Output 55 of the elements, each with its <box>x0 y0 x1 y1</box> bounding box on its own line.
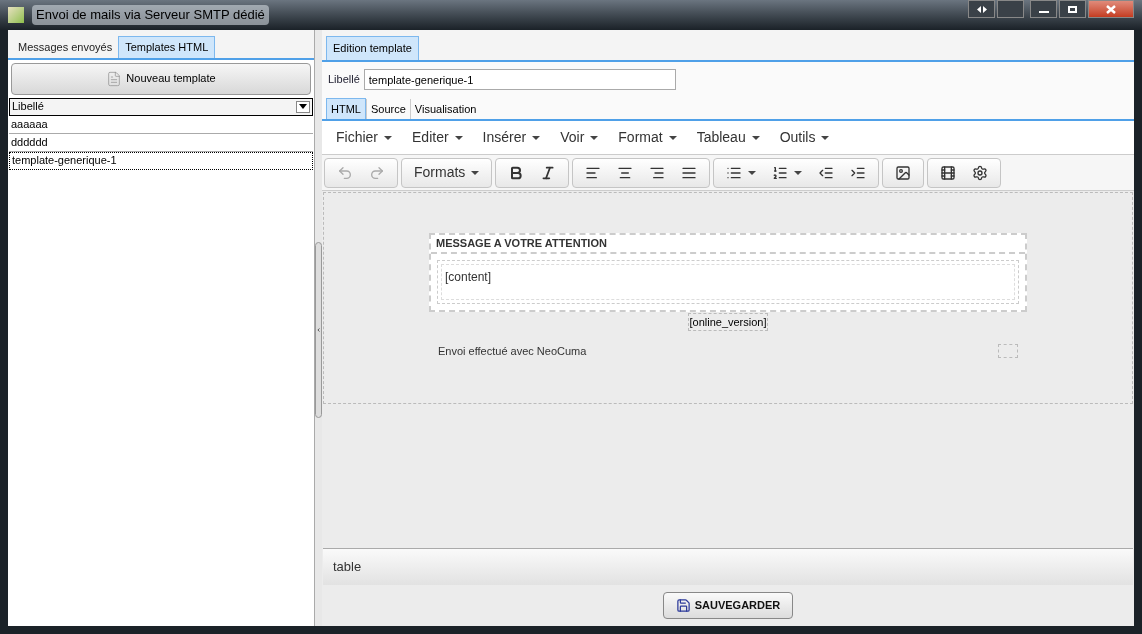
menu-item[interactable]: Voir <box>550 127 609 148</box>
menu-item[interactable]: Outils <box>769 127 840 148</box>
undo-icon <box>337 164 353 181</box>
split-window-button[interactable] <box>968 0 995 18</box>
tab[interactable]: Templates HTML <box>118 36 216 58</box>
online-version-text: [online_version] <box>688 312 768 331</box>
caret-icon <box>748 170 757 175</box>
document-icon <box>106 70 123 87</box>
tab[interactable]: HTML <box>326 97 366 119</box>
film-icon <box>940 164 957 181</box>
element-path[interactable]: table <box>333 557 362 577</box>
new-template-button[interactable]: Nouveau template <box>11 62 311 95</box>
close-button[interactable] <box>1088 0 1134 18</box>
minimize-button[interactable] <box>1030 0 1057 18</box>
tab[interactable]: Messages envoyés <box>12 37 119 58</box>
settings-icon <box>972 164 989 181</box>
list-row[interactable]: template-generique-1 <box>9 151 313 170</box>
label-input-field[interactable]: template-generique-1 <box>363 69 676 90</box>
menu-item[interactable]: Editer <box>402 127 473 148</box>
menu-item[interactable]: Format <box>608 127 687 148</box>
numbered-list-icon <box>772 164 789 181</box>
caret-icon <box>751 135 760 140</box>
close-icon <box>1106 4 1116 14</box>
menu-item[interactable]: Fichier <box>326 127 402 148</box>
window-title: Envoi de mails via Serveur SMTP dédié <box>32 5 269 25</box>
content-field[interactable]: [content] <box>441 263 1015 300</box>
dropdown-button[interactable] <box>296 100 310 113</box>
list-row[interactable]: dddddd <box>9 133 313 152</box>
caret-icon <box>384 135 392 140</box>
caret-icon <box>794 170 803 175</box>
footer-text: Envoi effectué avec NeoCuma <box>438 344 587 359</box>
save-button[interactable]: SAUVEGARDER <box>662 591 794 619</box>
caret-icon <box>668 135 677 140</box>
redo-icon <box>369 164 385 181</box>
tab[interactable]: Source <box>365 98 410 119</box>
app-logo-icon <box>8 7 24 23</box>
empty-cell <box>998 344 1018 359</box>
field-label: Libellé <box>328 72 360 88</box>
image-icon <box>895 164 912 181</box>
caret-icon <box>454 135 463 140</box>
formats-dropdown[interactable]: Formats <box>406 158 488 187</box>
column-header: Libellé <box>12 99 44 115</box>
caret-icon <box>590 135 599 140</box>
list-row[interactable]: aaaaaa <box>9 115 313 134</box>
bold-icon <box>508 164 525 181</box>
menu-item[interactable]: Insérer <box>472 127 551 148</box>
tab[interactable]: Edition template <box>326 36 419 60</box>
split-arrows-icon <box>976 5 987 13</box>
caret-icon <box>821 135 830 140</box>
splitter-handle[interactable] <box>315 242 322 418</box>
menu-item[interactable]: Tableau <box>686 127 770 148</box>
tab[interactable]: Visualisation <box>409 98 481 119</box>
maximize-button[interactable] <box>1059 0 1086 18</box>
caret-icon <box>471 170 480 175</box>
caret-icon <box>532 135 541 140</box>
